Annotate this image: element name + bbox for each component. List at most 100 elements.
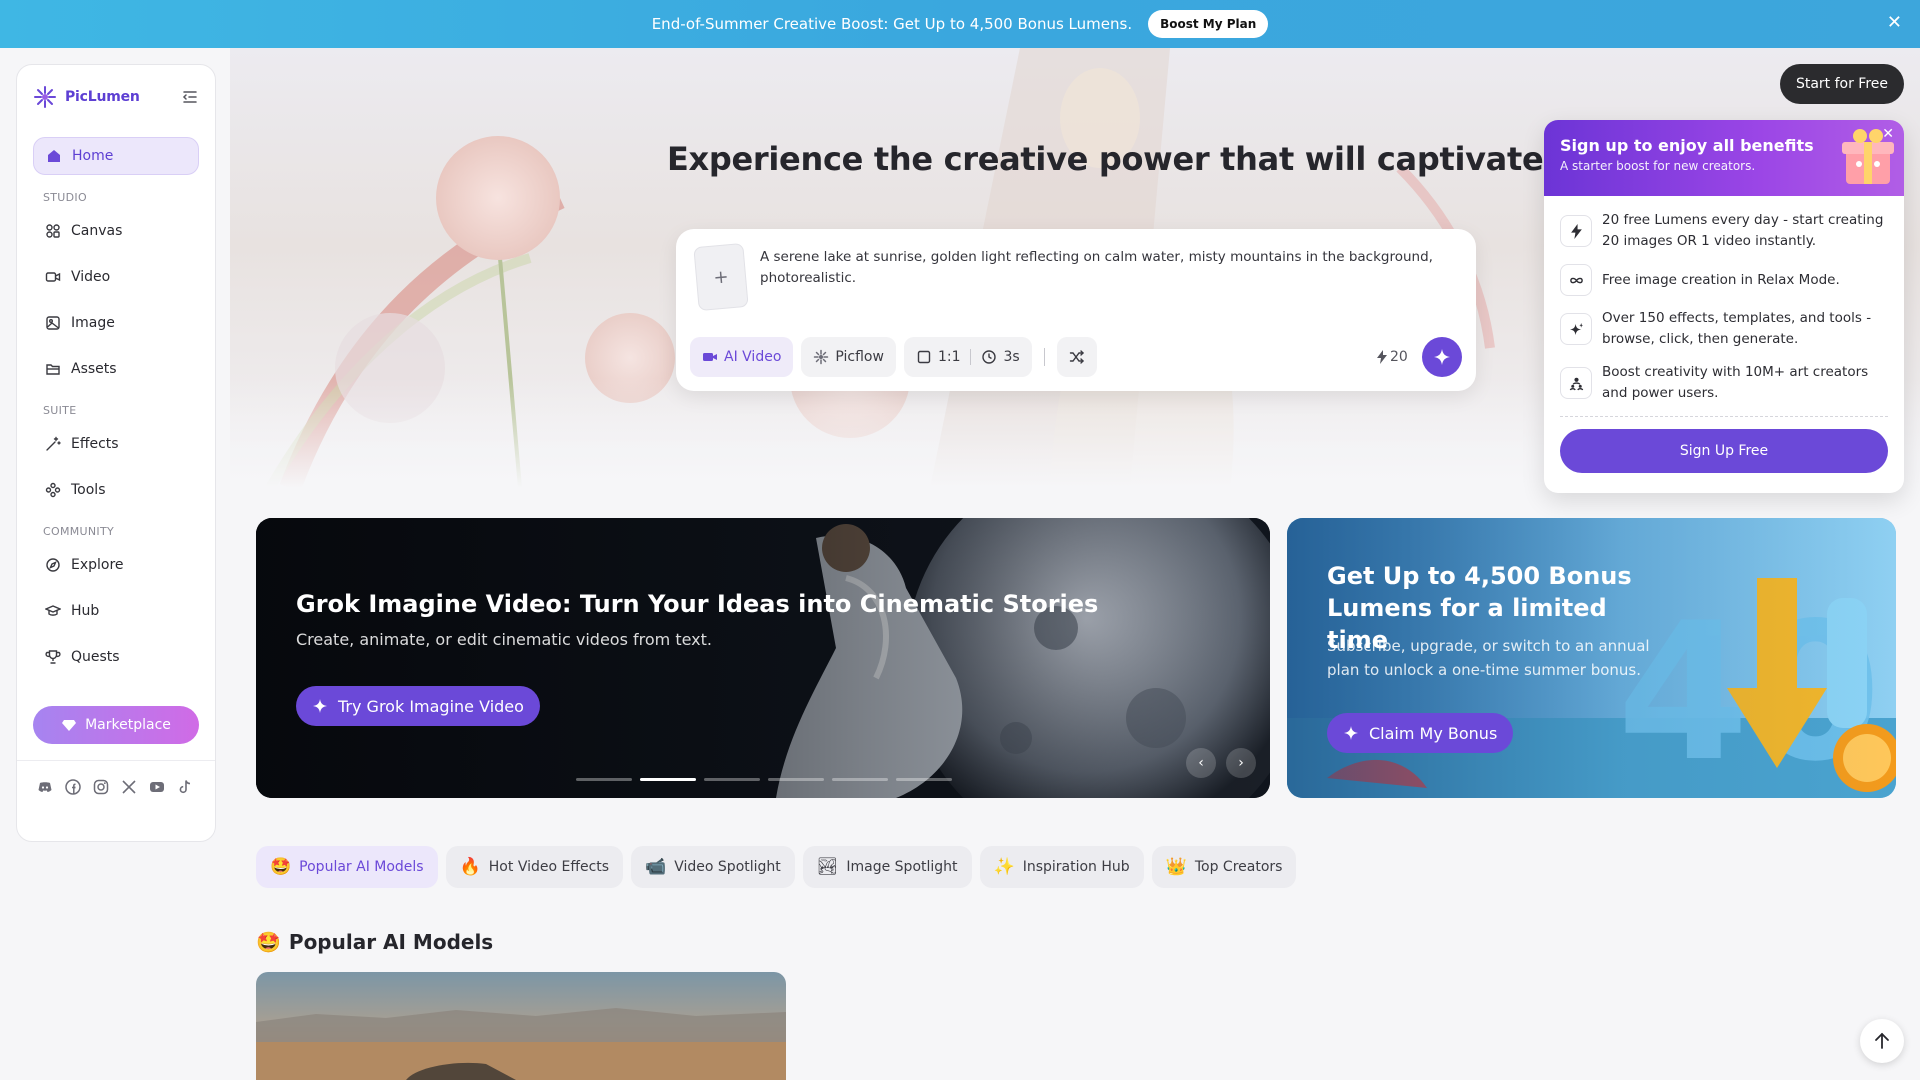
- sidebar-item-quests[interactable]: Quests: [33, 638, 199, 676]
- facebook-icon[interactable]: [65, 779, 81, 795]
- try-grok-imagine-video-button[interactable]: Try Grok Imagine Video: [296, 686, 540, 726]
- sidebar-item-explore[interactable]: Explore: [33, 546, 199, 584]
- mode-label: AI Video: [724, 349, 782, 365]
- boost-my-plan-button[interactable]: Boost My Plan: [1148, 10, 1269, 38]
- tab-label: Video Spotlight: [674, 859, 781, 875]
- sidebar-item-assets[interactable]: Assets: [33, 350, 199, 388]
- section-heading: 🤩 Popular AI Models: [256, 930, 493, 954]
- lightning-icon: [1377, 350, 1387, 364]
- arrow-up-icon: [1875, 1032, 1889, 1049]
- discord-icon[interactable]: [37, 779, 53, 795]
- carousel-dots: [576, 778, 952, 781]
- sidebar-item-effects[interactable]: Effects: [33, 425, 199, 463]
- sidebar-item-label: Tools: [71, 482, 106, 498]
- carousel-dot[interactable]: [896, 778, 952, 781]
- model-label: Picflow: [835, 349, 884, 365]
- model-card[interactable]: [256, 972, 786, 1080]
- picflow-logo-icon: [814, 349, 829, 365]
- button-label: Try Grok Imagine Video: [338, 696, 524, 716]
- carousel-next-button[interactable]: ›: [1226, 748, 1256, 778]
- social-links: [33, 779, 199, 795]
- claim-my-bonus-button[interactable]: Claim My Bonus: [1327, 713, 1514, 753]
- toolbar-separator: [1043, 348, 1045, 366]
- close-icon[interactable]: ✕: [1887, 12, 1902, 33]
- tab-hot-video-effects[interactable]: 🔥 Hot Video Effects: [445, 846, 624, 888]
- start-for-free-button[interactable]: Start for Free: [1779, 64, 1904, 104]
- video-camera-emoji-icon: 📹: [645, 857, 667, 877]
- chip-separator: [970, 349, 972, 365]
- carousel-dot[interactable]: [768, 778, 824, 781]
- sidebar-item-tools[interactable]: Tools: [33, 471, 199, 509]
- banner-astronaut-illustration: [256, 518, 1270, 798]
- sidebar-item-label: Effects: [71, 436, 119, 452]
- tab-popular-ai-models[interactable]: 🤩 Popular AI Models: [256, 846, 438, 888]
- section-title-text: Popular AI Models: [288, 930, 494, 954]
- x-twitter-icon[interactable]: [121, 779, 137, 795]
- sidebar-item-image[interactable]: Image: [33, 304, 199, 342]
- prompt-box: + A serene lake at sunrise, golden light…: [676, 229, 1476, 391]
- tab-label: Image Spotlight: [846, 859, 958, 875]
- tab-video-spotlight[interactable]: 📹 Video Spotlight: [631, 846, 795, 888]
- sidebar-item-hub[interactable]: Hub: [33, 592, 199, 630]
- benefit-text: 20 free Lumens every day - start creatin…: [1602, 212, 1884, 249]
- benefit-item: Boost creativity with 10M+ art creators …: [1560, 362, 1888, 404]
- sign-up-free-button[interactable]: Sign Up Free: [1560, 429, 1888, 473]
- brand-name: PicLumen: [65, 89, 140, 105]
- shuffle-prompt-button[interactable]: [1056, 337, 1097, 377]
- instagram-icon[interactable]: [93, 779, 109, 795]
- lightning-icon: [1560, 215, 1592, 247]
- brand[interactable]: PicLumen: [33, 83, 199, 111]
- carousel-banner-grok[interactable]: Grok Imagine Video: Turn Your Ideas into…: [256, 518, 1270, 798]
- credit-cost: 20: [1376, 349, 1408, 365]
- shuffle-icon: [1069, 350, 1084, 364]
- video-camera-icon: [703, 353, 717, 361]
- sparkle-icon: [1344, 726, 1358, 740]
- sidebar-item-canvas[interactable]: Canvas: [33, 212, 199, 250]
- collapse-menu-icon[interactable]: [181, 88, 199, 106]
- carousel-dot[interactable]: [832, 778, 888, 781]
- sparkles-emoji-icon: ✨: [993, 857, 1015, 877]
- section-label-suite: SUITE: [43, 404, 77, 417]
- carousel-dot[interactable]: [704, 778, 760, 781]
- model-selector[interactable]: Picflow: [801, 337, 896, 377]
- banner-title: Grok Imagine Video: Turn Your Ideas into…: [296, 590, 1099, 618]
- tiktok-icon[interactable]: [177, 779, 193, 795]
- sidebar-item-label: Image: [71, 315, 115, 331]
- sidebar-item-home[interactable]: Home: [33, 137, 199, 175]
- infinity-icon: [1560, 264, 1592, 296]
- sidebar-item-label: Quests: [71, 649, 120, 665]
- add-reference-image-button[interactable]: +: [693, 242, 749, 312]
- tab-image-spotlight[interactable]: 🏞 Image Spotlight: [802, 846, 972, 888]
- generate-button[interactable]: [1422, 337, 1462, 377]
- prompt-input[interactable]: A serene lake at sunrise, golden light r…: [760, 247, 1440, 289]
- sidebar: PicLumen Home STUDIO Canvas Video Image …: [16, 64, 216, 842]
- clock-icon: [982, 350, 997, 364]
- sidebar-item-video[interactable]: Video: [33, 258, 199, 296]
- scroll-to-top-button[interactable]: [1860, 1019, 1904, 1063]
- banner-subtitle: Create, animate, or edit cinematic video…: [296, 630, 712, 649]
- tab-inspiration-hub[interactable]: ✨ Inspiration Hub: [979, 846, 1144, 888]
- carousel-prev-button[interactable]: ‹: [1186, 748, 1216, 778]
- magic-wand-icon: [46, 436, 61, 451]
- marketplace-label: Marketplace: [85, 717, 171, 733]
- trophy-icon: [45, 650, 61, 664]
- carousel-dot-active[interactable]: [640, 778, 696, 781]
- carousel-dot[interactable]: [576, 778, 632, 781]
- marketplace-button[interactable]: Marketplace: [33, 706, 199, 744]
- sidebar-item-label: Assets: [71, 361, 117, 377]
- button-label: Claim My Bonus: [1369, 723, 1498, 743]
- crown-emoji-icon: 👑: [1165, 857, 1187, 877]
- canvas-icon: [46, 224, 60, 238]
- mode-selector[interactable]: AI Video: [690, 337, 794, 377]
- ratio-duration-selector[interactable]: 1:1 3s: [903, 337, 1032, 377]
- tab-label: Hot Video Effects: [488, 859, 610, 875]
- youtube-icon[interactable]: [149, 779, 165, 795]
- sidebar-item-label: Home: [72, 148, 114, 164]
- tab-top-creators[interactable]: 👑 Top Creators: [1151, 846, 1297, 888]
- promo-banner-bonus-lumens[interactable]: 40 Get Up to 4,500 Bonus Lumens for a li…: [1287, 518, 1896, 798]
- sidebar-divider: [17, 760, 215, 761]
- signup-header: Sign up to enjoy all benefits A starter …: [1544, 120, 1904, 196]
- benefit-text: Over 150 effects, templates, and tools -…: [1602, 310, 1872, 347]
- sidebar-item-label: Canvas: [71, 223, 123, 239]
- close-icon[interactable]: ✕: [1882, 126, 1894, 142]
